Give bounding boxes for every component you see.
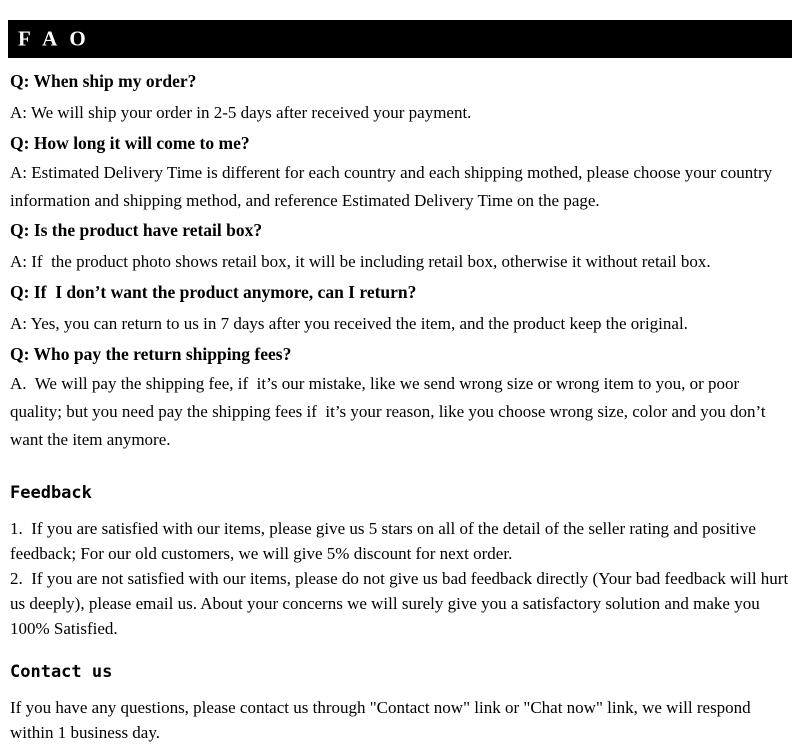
faq-question: Q: Is the product have retail box? (10, 220, 263, 240)
faq-item-2: Q: How long it will come to me? A: Estim… (10, 128, 792, 215)
faq-question: Q: If I don’t want the product anymore, … (10, 282, 417, 302)
faq-answer: A: Estimated Delivery Time is different … (10, 163, 777, 210)
feedback-item-1: 1. If you are satisfied with our items, … (10, 519, 761, 563)
faq-answer: A: If the product photo shows retail box… (10, 252, 711, 271)
feedback-heading: Feedback (10, 483, 92, 503)
contact-paragraph: If you have any questions, please contac… (10, 698, 755, 742)
faq-question: Q: How long it will come to me? (10, 133, 250, 153)
contact-section: Contact us If you have any questions, pl… (10, 661, 792, 745)
banner-title: F A O (18, 26, 90, 51)
faq-item-4: Q: If I don’t want the product anymore, … (10, 277, 792, 339)
contact-heading: Contact us (10, 662, 113, 682)
faq-answer: A: Yes, you can return to us in 7 days a… (10, 314, 688, 333)
faq-page: F A O Q: When ship my order? A: We will … (0, 0, 800, 742)
faq-item-1: Q: When ship my order? A: We will ship y… (10, 66, 792, 128)
faq-item-3: Q: Is the product have retail box? A: If… (10, 215, 792, 277)
faq-content: Q: When ship my order? A: We will ship y… (10, 66, 792, 745)
faq-question: Q: Who pay the return shipping fees? (10, 344, 292, 364)
faq-item-5: Q: Who pay the return shipping fees? A. … (10, 339, 792, 454)
feedback-item-2: 2. If you are not satisfied with our ite… (10, 569, 793, 638)
heading-spacer (10, 683, 792, 695)
faq-question: Q: When ship my order? (10, 71, 197, 91)
faq-answer: A. We will pay the shipping fee, if it’s… (10, 374, 770, 449)
feedback-section: Feedback 1. If you are satisfied with ou… (10, 482, 792, 641)
faq-answer: A: We will ship your order in 2-5 days a… (10, 103, 472, 122)
heading-spacer (10, 504, 792, 516)
faq-banner: F A O (8, 20, 792, 58)
